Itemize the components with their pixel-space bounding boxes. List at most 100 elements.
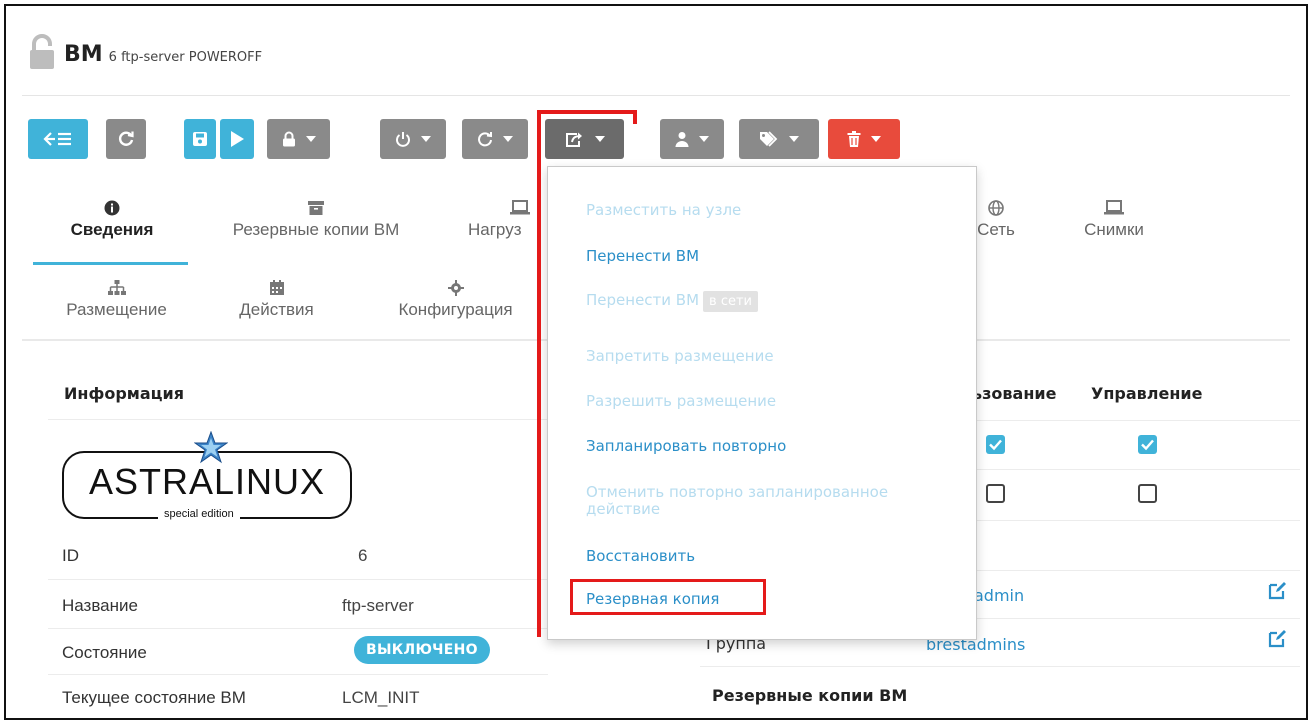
edit-icon[interactable] [1268, 628, 1288, 648]
laptop-icon [510, 200, 530, 215]
astralinux-logo: ASTRALINUX special edition [62, 431, 352, 520]
chevron-down-icon [594, 136, 605, 142]
chevron-down-icon [871, 136, 881, 142]
name-label: Название [62, 596, 138, 615]
tab-placement-label: Размещение [66, 300, 167, 319]
info-icon [104, 200, 120, 216]
globe-icon [988, 200, 1004, 216]
menu-item-migrate-vm[interactable]: Перенести ВМ [586, 247, 699, 265]
row-divider [700, 666, 1300, 667]
row-divider [48, 628, 548, 629]
row-divider [48, 579, 548, 580]
state-label: Состояние [62, 643, 147, 662]
gear-icon [447, 280, 464, 296]
menu-item-recover[interactable]: Восстановить [586, 547, 695, 565]
page-subtitle: 6 ftp-server POWEROFF [108, 50, 263, 65]
back-to-list-button[interactable] [28, 119, 88, 159]
save-icon [192, 131, 208, 147]
share-icon [565, 131, 585, 147]
save-button[interactable] [184, 119, 216, 159]
user-icon [675, 131, 689, 147]
perm-manage-checkbox[interactable] [1138, 435, 1157, 454]
tab-actions[interactable]: Действия [224, 278, 329, 320]
menu-item-unreschedule[interactable]: Отменить повторно запланированное действ… [586, 484, 888, 518]
annotation-line-vertical [537, 110, 541, 637]
logo-subtext: special edition [158, 508, 240, 520]
annotation-line-horizontal [537, 110, 636, 114]
row-divider [48, 674, 548, 675]
play-icon [229, 130, 245, 148]
chevron-down-icon [305, 136, 316, 142]
info-divider [48, 419, 548, 420]
menu-item-enable-placement[interactable]: Разрешить размещение [586, 392, 776, 410]
annotation-line-tick [633, 110, 637, 124]
tab-vm-backups[interactable]: Резервные копии ВМ [211, 198, 421, 240]
migrate-dropdown-menu: Разместить на узле Перенести ВМ Перенест… [547, 166, 977, 640]
reboot-menu-button[interactable] [462, 119, 528, 159]
header-divider [22, 95, 1290, 96]
annotation-highlight-box [570, 579, 766, 615]
app-window: ВМ 6 ftp-server POWEROFF Сведения Резерв… [4, 4, 1308, 720]
edit-icon[interactable] [1268, 580, 1288, 600]
page-header: ВМ 6 ftp-server POWEROFF [28, 34, 262, 74]
chevron-down-icon [503, 136, 513, 142]
lcm-state-value: LCM_INIT [342, 688, 420, 707]
refresh-icon [117, 130, 135, 148]
archive-icon [308, 201, 324, 215]
chevron-down-icon [789, 136, 799, 142]
tab-load-label: Нагруз [468, 220, 522, 239]
tag-icon [759, 131, 779, 147]
migrate-menu-button[interactable] [545, 119, 624, 159]
calendar-icon [269, 280, 284, 295]
play-button[interactable] [220, 119, 254, 159]
chevron-down-icon [699, 136, 709, 142]
star-icon [194, 431, 228, 464]
tab-placement[interactable]: Размещение [54, 278, 179, 320]
active-tab-indicator [33, 262, 188, 265]
name-value: ftp-server [342, 596, 414, 615]
tab-configuration-label: Конфигурация [398, 300, 513, 319]
tab-snapshots-label: Снимки [1084, 220, 1144, 239]
perm-use-checkbox[interactable] [986, 435, 1005, 454]
backups-section-title: Резервные копии ВМ [712, 686, 908, 705]
id-label: ID [62, 546, 79, 565]
back-list-icon [43, 131, 73, 147]
id-value: 6 [358, 546, 368, 565]
chevron-down-icon [421, 136, 431, 142]
perm-manage-checkbox[interactable] [1138, 484, 1157, 503]
tab-configuration[interactable]: Конфигурация [378, 278, 533, 320]
menu-item-deploy-on-host[interactable]: Разместить на узле [586, 201, 741, 219]
owner-link[interactable]: admin [974, 586, 1024, 605]
sitemap-icon [107, 280, 126, 295]
tab-network-label: Сеть [977, 220, 1015, 239]
delete-menu-button[interactable] [828, 119, 900, 159]
power-menu-button[interactable] [380, 119, 446, 159]
perm-use-checkbox[interactable] [986, 484, 1005, 503]
logo-text: ASTRALINUX [88, 461, 326, 502]
user-menu-button[interactable] [660, 119, 724, 159]
laptop-icon [1104, 200, 1124, 215]
tab-load[interactable]: Нагруз [468, 198, 548, 240]
menu-item-migrate-live[interactable]: Перенести ВМ в сети [586, 291, 758, 312]
tab-actions-label: Действия [239, 300, 314, 319]
unlock-icon [28, 34, 58, 74]
menu-item-reschedule[interactable]: Запланировать повторно [586, 437, 786, 455]
lcm-state-label: Текущее состояние ВМ [62, 688, 246, 707]
menu-item-unreschedule-line2: действие [586, 500, 661, 518]
menu-item-disable-placement[interactable]: Запретить размещение [586, 347, 774, 365]
tag-menu-button[interactable] [739, 119, 819, 159]
reboot-icon [477, 131, 493, 147]
menu-item-migrate-live-label: Перенести ВМ [586, 291, 700, 309]
info-section-title: Информация [64, 384, 184, 403]
menu-item-unreschedule-line1: Отменить повторно запланированное [586, 483, 889, 501]
tab-snapshots[interactable]: Снимки [1069, 198, 1159, 240]
tab-info[interactable]: Сведения [62, 198, 162, 240]
trash-icon [847, 131, 861, 147]
refresh-button[interactable] [106, 119, 146, 159]
live-tag: в сети [703, 291, 758, 312]
tab-info-label: Сведения [70, 220, 154, 239]
status-badge: ВЫКЛЮЧЕНО [354, 636, 490, 664]
permissions-col-use: ьзование [972, 384, 1057, 403]
lock-menu-button[interactable] [267, 119, 330, 159]
power-icon [395, 131, 411, 147]
